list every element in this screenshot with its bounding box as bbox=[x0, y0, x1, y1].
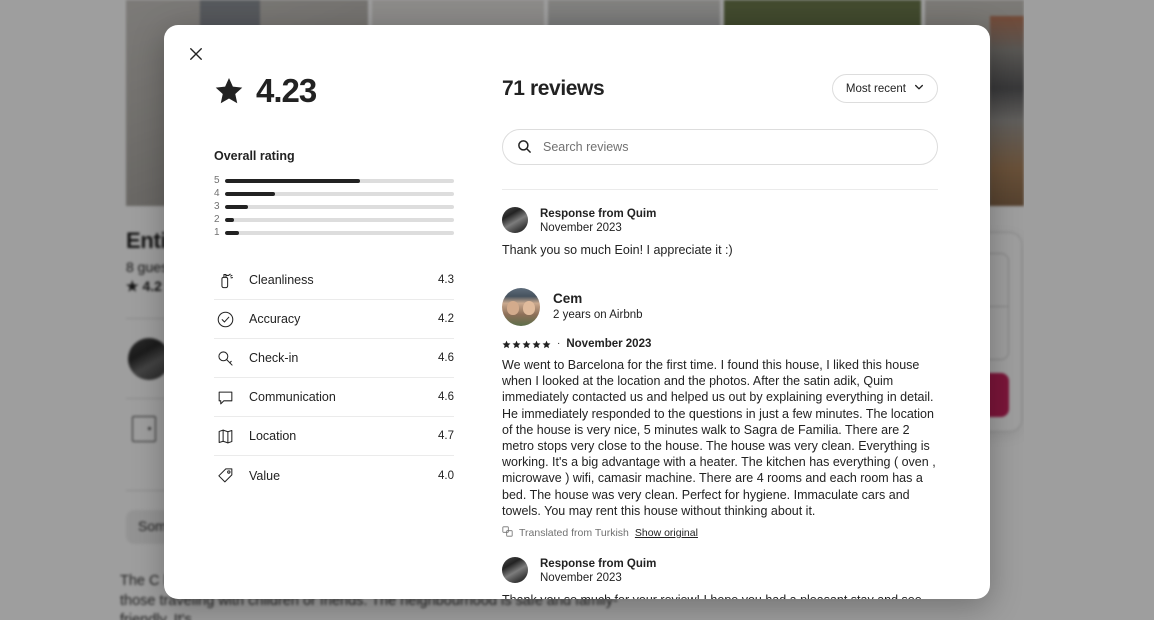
reviews-list: Response from Quim November 2023 Thank y… bbox=[502, 207, 938, 599]
overall-score-row: 4.23 bbox=[214, 74, 490, 107]
bar-star-count: 3 bbox=[214, 200, 220, 212]
star-icon bbox=[214, 76, 244, 106]
reviewer-name: Cem bbox=[553, 291, 583, 306]
bar-star-count: 2 bbox=[214, 213, 220, 225]
category-label: Accuracy bbox=[249, 312, 301, 326]
host-response-header: Response from Quim November 2023 bbox=[502, 557, 938, 586]
reviewer-tenure: 2 years on Airbnb bbox=[553, 309, 643, 321]
response-date: November 2023 bbox=[540, 222, 622, 234]
response-author: Response from Quim bbox=[540, 208, 657, 220]
reviews-count-title: 71 reviews bbox=[502, 76, 605, 100]
bar-track bbox=[225, 178, 454, 183]
reviews-header: 71 reviews Most recent bbox=[502, 74, 938, 103]
rating-bar-row: 2 bbox=[214, 213, 454, 226]
category-row-value: Value 4.0 bbox=[214, 456, 454, 495]
review-rating-line: · November 2023 bbox=[502, 338, 938, 350]
key-icon bbox=[214, 347, 236, 369]
category-value: 4.0 bbox=[438, 469, 454, 482]
response-text: Thank you so much Eoin! I appreciate it … bbox=[502, 243, 733, 257]
rating-distribution: 5 4 3 2 1 bbox=[214, 174, 454, 239]
separator-dot: · bbox=[557, 338, 561, 349]
translation-notice: Translated from Turkish Show original bbox=[502, 526, 938, 540]
bar-fill bbox=[225, 191, 276, 196]
reviewer-info: Cem 2 years on Airbnb bbox=[553, 291, 643, 323]
category-label: Value bbox=[249, 468, 281, 483]
avatar bbox=[502, 288, 540, 326]
page-root: Entire 8 gues ★ 4.2 Som The C bathrooms … bbox=[0, 0, 1154, 620]
bar-fill bbox=[225, 230, 239, 235]
check-circle-icon bbox=[214, 308, 236, 330]
translated-label: Translated from Turkish bbox=[519, 527, 629, 540]
bar-fill bbox=[225, 178, 361, 183]
category-row-cleanliness: Cleanliness 4.3 bbox=[214, 261, 454, 300]
sort-label: Most recent bbox=[845, 82, 906, 95]
star-rating bbox=[502, 340, 551, 349]
category-value: 4.6 bbox=[438, 391, 454, 403]
overall-score: 4.23 bbox=[256, 72, 317, 109]
bar-track bbox=[225, 217, 454, 222]
category-label: Communication bbox=[249, 390, 336, 404]
bar-fill bbox=[225, 217, 235, 222]
tag-icon bbox=[214, 465, 236, 487]
avatar bbox=[502, 207, 528, 233]
category-row-location: Location 4.7 bbox=[214, 417, 454, 456]
response-meta: Response from Quim November 2023 bbox=[540, 207, 656, 236]
category-value: 4.2 bbox=[438, 313, 454, 325]
response-text: Thank you so much for your review! I hop… bbox=[502, 592, 938, 599]
bar-star-count: 5 bbox=[214, 174, 220, 186]
bar-star-count: 1 bbox=[214, 226, 220, 238]
category-label: Location bbox=[249, 429, 297, 443]
bar-fill bbox=[225, 204, 248, 209]
map-icon bbox=[214, 425, 236, 447]
sort-dropdown-button[interactable]: Most recent bbox=[831, 74, 938, 103]
category-row-checkin: Check-in 4.6 bbox=[214, 339, 454, 378]
message-icon bbox=[214, 386, 236, 408]
category-label: Cleanliness bbox=[249, 273, 314, 287]
chevron-down-icon bbox=[914, 82, 924, 95]
reviews-panel: 71 reviews Most recent Search reviews Re… bbox=[490, 25, 990, 599]
category-ratings: Cleanliness 4.3 Accuracy 4.2 Check-in 4.… bbox=[214, 261, 454, 495]
modal-body: 4.23 Overall rating 5 4 3 2 1 Cleanlines… bbox=[164, 25, 990, 599]
review-date: November 2023 bbox=[566, 338, 652, 350]
category-label: Check-in bbox=[249, 351, 299, 365]
reviewer-header: Cem 2 years on Airbnb bbox=[502, 288, 938, 326]
bar-track bbox=[225, 191, 454, 196]
response-date: November 2023 bbox=[540, 572, 622, 585]
host-response-block: Response from Quim November 2023 Thank y… bbox=[502, 557, 938, 599]
rating-bar-row: 3 bbox=[214, 200, 454, 213]
category-value: 4.3 bbox=[438, 274, 454, 286]
response-meta: Response from Quim November 2023 bbox=[540, 557, 656, 586]
overall-rating-label: Overall rating bbox=[214, 149, 295, 163]
bar-track bbox=[225, 204, 454, 209]
reviews-modal: 4.23 Overall rating 5 4 3 2 1 Cleanlines… bbox=[164, 25, 990, 599]
spray-bottle-icon bbox=[214, 269, 236, 291]
response-author: Response from Quim bbox=[540, 558, 657, 571]
show-original-link[interactable]: Show original bbox=[635, 527, 698, 539]
avatar bbox=[502, 557, 528, 584]
ratings-panel: 4.23 Overall rating 5 4 3 2 1 Cleanlines… bbox=[164, 25, 490, 599]
reviews-divider bbox=[502, 189, 938, 190]
category-value: 4.6 bbox=[438, 352, 454, 364]
rating-bar-row: 4 bbox=[214, 187, 454, 200]
category-row-communication: Communication 4.6 bbox=[214, 378, 454, 417]
host-response-previous: Response from Quim November 2023 bbox=[502, 207, 938, 236]
search-reviews-wrapper bbox=[502, 129, 938, 165]
rating-bar-row: 5 bbox=[214, 174, 454, 187]
bar-track bbox=[225, 230, 454, 235]
category-value: 4.7 bbox=[438, 430, 454, 442]
translate-icon bbox=[502, 526, 513, 540]
review-body: We went to Barcelona for the first time.… bbox=[502, 358, 936, 518]
rating-bar-row: 1 bbox=[214, 226, 454, 239]
category-row-accuracy: Accuracy 4.2 bbox=[214, 300, 454, 339]
search-input[interactable] bbox=[502, 129, 938, 165]
bar-star-count: 4 bbox=[214, 187, 220, 199]
